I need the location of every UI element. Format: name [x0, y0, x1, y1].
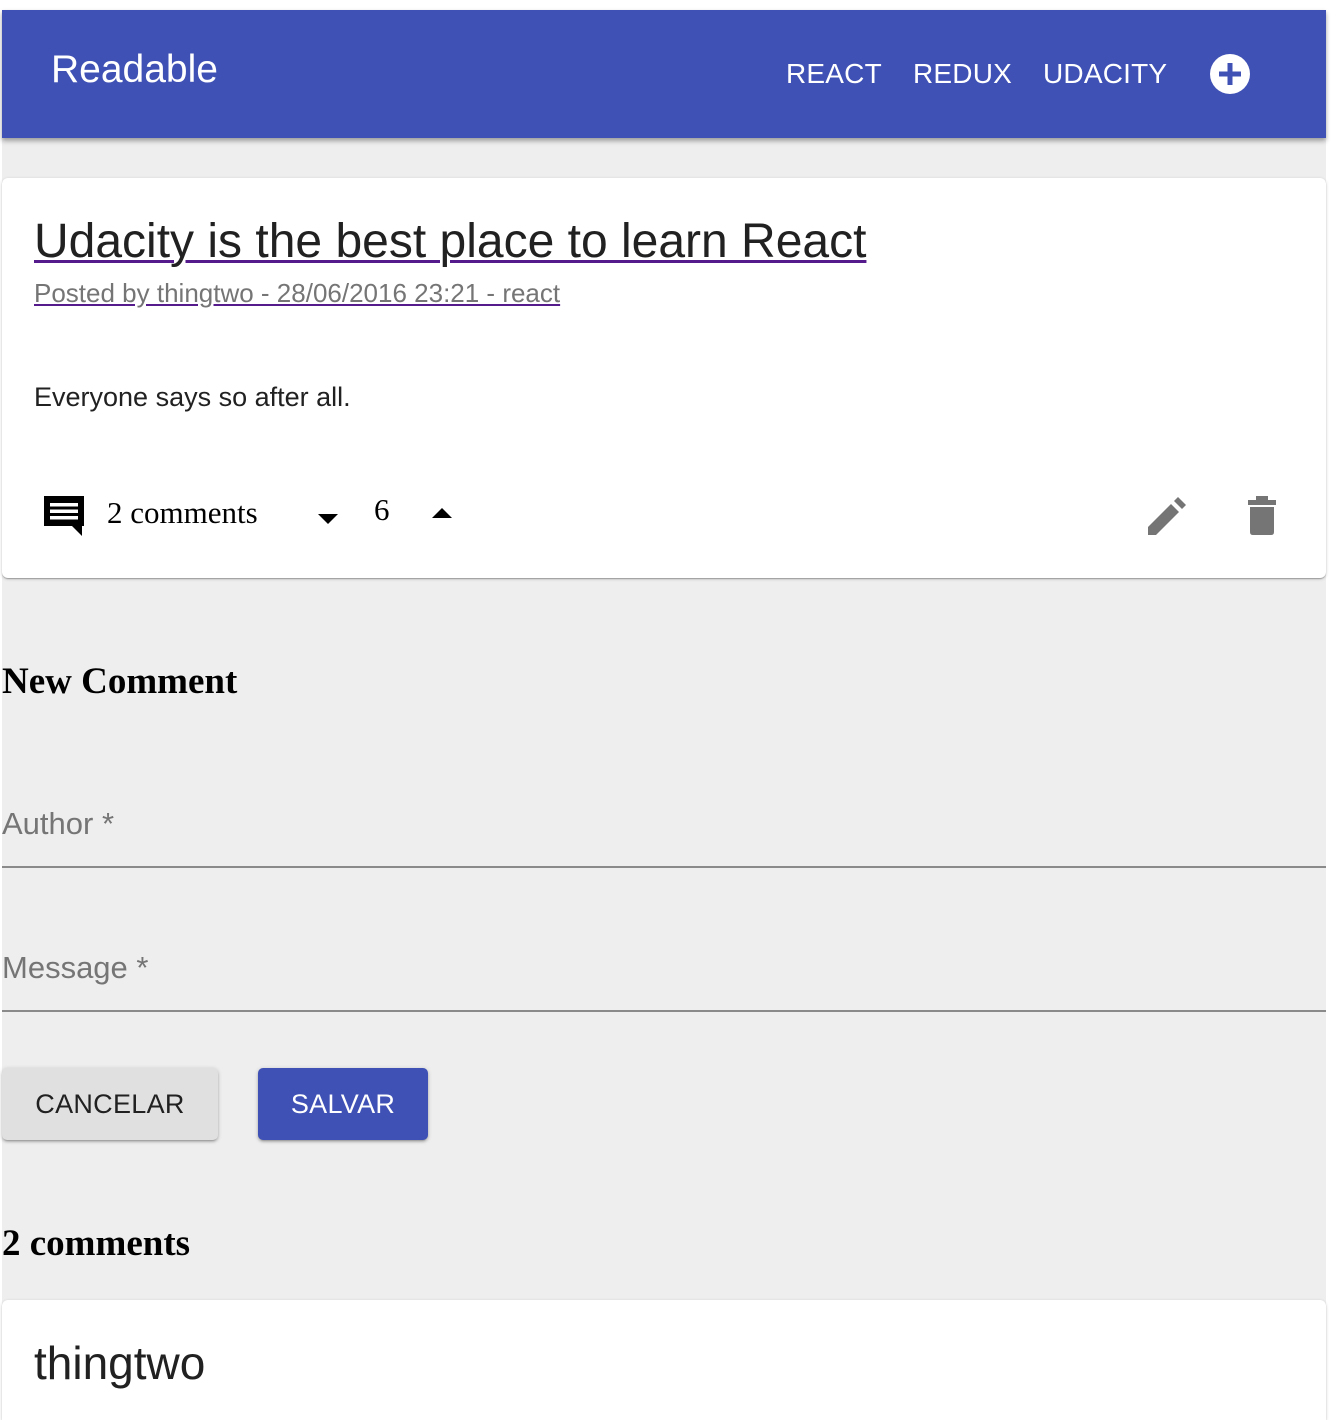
trash-icon [1248, 496, 1276, 535]
new-comment-heading: New Comment [2, 661, 238, 702]
arrow-drop-down-icon [318, 514, 338, 524]
nav-link-redux[interactable]: REDUX [913, 58, 1012, 90]
message-field[interactable]: Message * [2, 950, 1326, 1012]
pencil-icon [1148, 497, 1186, 535]
edit-post-button[interactable] [1145, 494, 1189, 538]
post-comment-count: 2 comments [107, 495, 258, 530]
post-body: Everyone says so after all. [34, 382, 351, 412]
comment-card: thingtwo [2, 1300, 1326, 1420]
comment-author: thingtwo [34, 1337, 206, 1389]
comments-heading: 2 comments [2, 1223, 191, 1264]
message-input[interactable] [2, 950, 1326, 1010]
post-card: Udacity is the best place to learn React… [2, 178, 1326, 578]
add-circle-icon [1210, 54, 1250, 94]
vote-up-button[interactable] [422, 498, 458, 534]
delete-post-button[interactable] [1240, 494, 1284, 538]
save-button[interactable]: SALVAR [258, 1068, 428, 1140]
author-input[interactable] [2, 806, 1326, 866]
comment-icon [42, 494, 86, 538]
vote-down-button[interactable] [310, 504, 346, 540]
post-title-link[interactable]: Udacity is the best place to learn React [34, 214, 866, 269]
page: Readable REACT REDUX UDACITY Udacity is … [2, 10, 1326, 1420]
add-post-button[interactable] [1209, 53, 1251, 95]
app-bar: Readable REACT REDUX UDACITY [2, 10, 1326, 138]
author-field[interactable]: Author * [2, 806, 1326, 868]
nav-link-react[interactable]: REACT [786, 58, 882, 90]
nav-link-udacity[interactable]: UDACITY [1043, 58, 1167, 90]
arrow-drop-up-icon [432, 508, 452, 518]
app-title[interactable]: Readable [51, 48, 218, 92]
cancel-button[interactable]: CANCELAR [2, 1068, 218, 1140]
post-meta-link[interactable]: Posted by thingtwo - 28/06/2016 23:21 - … [34, 278, 560, 309]
vote-score: 6 [374, 492, 390, 527]
